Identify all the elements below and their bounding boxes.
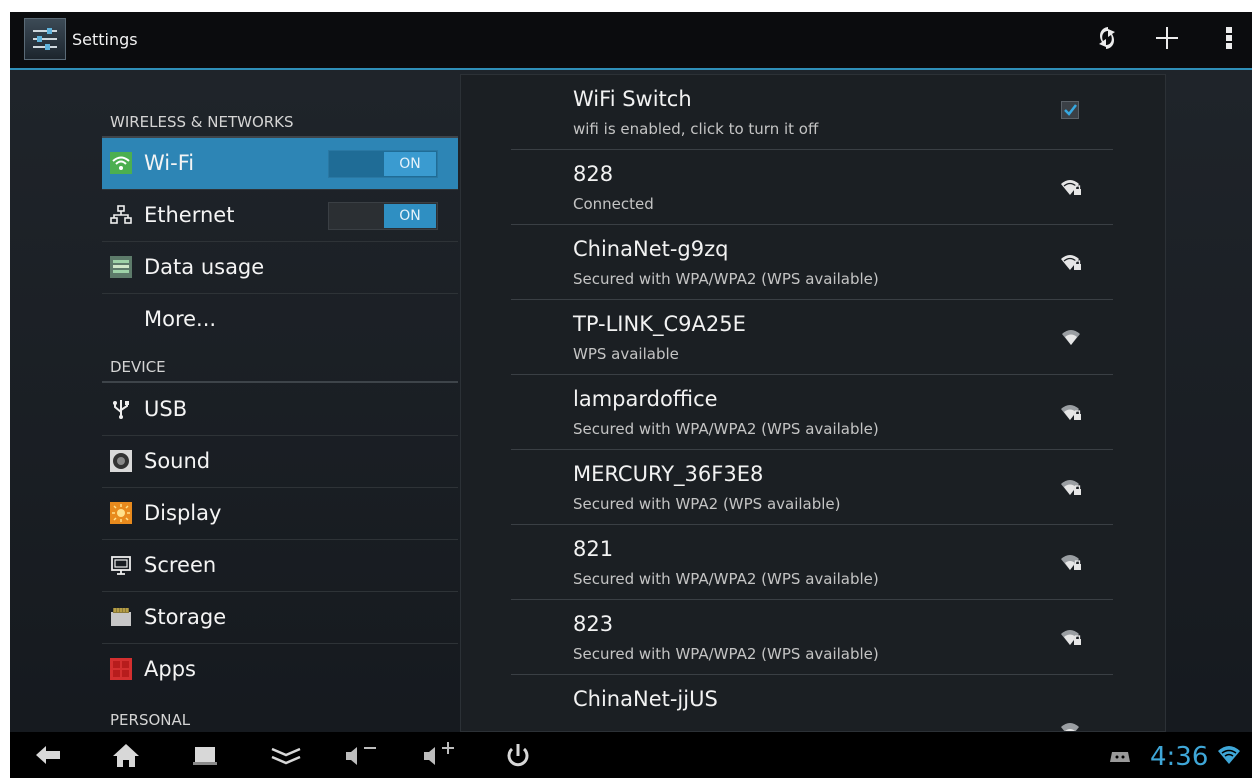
usb-icon <box>110 398 132 420</box>
network-status: WPS available <box>573 345 679 363</box>
wifi-toggle[interactable]: ON <box>328 150 438 178</box>
overflow-menu-icon[interactable] <box>1212 24 1246 56</box>
wifi-switch-row[interactable]: WiFi Switch wifi is enabled, click to tu… <box>511 75 1113 150</box>
toggle-state: ON <box>384 204 436 228</box>
ethernet-toggle[interactable]: ON <box>328 202 438 230</box>
sidebar-item-label: Wi-Fi <box>144 151 195 175</box>
wifi-switch-checkbox[interactable] <box>1061 101 1079 119</box>
wifi-signal-locked-icon <box>1059 626 1083 648</box>
network-ssid: 821 <box>573 537 614 561</box>
wifi-network-row[interactable]: lampardoffice Secured with WPA/WPA2 (WPS… <box>511 375 1113 450</box>
add-icon[interactable] <box>1150 24 1184 56</box>
sidebar-item-ethernet[interactable]: Ethernet ON <box>102 190 458 242</box>
network-status: Secured with WPA/WPA2 (WPS available) <box>573 420 879 438</box>
wifi-network-row[interactable]: 821 Secured with WPA/WPA2 (WPS available… <box>511 525 1113 600</box>
network-status: Secured with WPA2 (WPS available) <box>573 495 841 513</box>
network-ssid: TP-LINK_C9A25E <box>573 312 746 336</box>
sidebar-item-data-usage[interactable]: Data usage <box>102 242 458 294</box>
android-screen: Settings WIRELESS & NETWORKS Wi-Fi ON Et… <box>10 12 1252 778</box>
network-status: Secured with WPA/WPA2 (WPS available) <box>573 570 879 588</box>
volume-down-icon[interactable] <box>342 740 382 770</box>
wifi-network-panel: WiFi Switch wifi is enabled, click to tu… <box>460 74 1166 732</box>
network-status: Connected <box>573 195 654 213</box>
ethernet-icon <box>110 204 132 226</box>
network-ssid: ChinaNet-g9zq <box>573 237 729 261</box>
wifi-signal-locked-icon <box>1059 176 1083 198</box>
wifi-network-row[interactable]: MERCURY_36F3E8 Secured with WPA2 (WPS av… <box>511 450 1113 525</box>
wifi-network-row[interactable]: ChinaNet-g9zq Secured with WPA/WPA2 (WPS… <box>511 225 1113 300</box>
wifi-network-row[interactable]: ChinaNet-jjUS <box>511 675 1113 731</box>
storage-icon <box>110 606 132 628</box>
network-status: Secured with WPA/WPA2 (WPS available) <box>573 645 879 663</box>
sidebar-item-label: USB <box>144 397 188 421</box>
wifi-signal-locked-icon <box>1059 551 1083 573</box>
sidebar-item-label: More... <box>144 307 217 331</box>
section-header-device: DEVICE <box>110 358 166 376</box>
wifi-network-row[interactable]: TP-LINK_C9A25E WPS available <box>511 300 1113 375</box>
toggle-state: ON <box>384 152 436 176</box>
sidebar-item-display[interactable]: Display <box>102 488 458 540</box>
wifi-icon <box>110 152 132 174</box>
network-ssid: lampardoffice <box>573 387 718 411</box>
sync-icon[interactable] <box>1090 24 1124 56</box>
back-icon[interactable] <box>28 740 68 770</box>
section-header-wireless: WIRELESS & NETWORKS <box>110 113 294 131</box>
sidebar-item-label: Data usage <box>144 255 265 279</box>
sidebar-item-label: Sound <box>144 449 211 473</box>
network-ssid: ChinaNet-jjUS <box>573 687 718 711</box>
wifi-switch-summary: wifi is enabled, click to turn it off <box>573 120 819 138</box>
sidebar-item-label: Apps <box>144 657 196 681</box>
network-ssid: 828 <box>573 162 614 186</box>
section-divider <box>102 381 458 383</box>
display-icon <box>110 502 132 524</box>
power-icon[interactable] <box>498 740 538 770</box>
sidebar-item-more[interactable]: More... <box>102 294 458 342</box>
screen-icon <box>110 554 132 576</box>
section-header-personal: PERSONAL <box>110 711 191 729</box>
sidebar-item-label: Screen <box>144 553 217 577</box>
recent-apps-icon[interactable] <box>184 740 224 770</box>
sound-icon <box>110 450 132 472</box>
navigation-bar: 4:36 <box>10 732 1252 778</box>
wifi-signal-icon <box>1059 326 1083 348</box>
wifi-network-row[interactable]: 823 Secured with WPA/WPA2 (WPS available… <box>511 600 1113 675</box>
network-ssid: MERCURY_36F3E8 <box>573 462 764 486</box>
action-bar: Settings <box>10 12 1252 70</box>
sidebar-item-label: Ethernet <box>144 203 235 227</box>
settings-list: WIRELESS & NETWORKS Wi-Fi ON Ethernet ON… <box>102 70 458 732</box>
sidebar-item-usb[interactable]: USB <box>102 384 458 436</box>
hide-bar-icon[interactable] <box>266 740 306 770</box>
wifi-signal-locked-icon <box>1059 401 1083 423</box>
clock: 4:36 <box>1150 742 1209 772</box>
android-notification-icon[interactable] <box>1106 744 1146 774</box>
data-usage-icon <box>110 256 132 278</box>
home-icon[interactable] <box>106 740 146 770</box>
sidebar-item-apps[interactable]: Apps <box>102 644 458 696</box>
sidebar-item-sound[interactable]: Sound <box>102 436 458 488</box>
wifi-status-icon <box>1216 742 1252 772</box>
sidebar-item-screen[interactable]: Screen <box>102 540 458 592</box>
wifi-signal-locked-icon <box>1059 251 1083 273</box>
settings-app-icon[interactable] <box>24 18 66 60</box>
wifi-switch-title: WiFi Switch <box>573 87 692 111</box>
wifi-signal-locked-icon <box>1059 719 1083 731</box>
sidebar-item-label: Storage <box>144 605 227 629</box>
volume-up-icon[interactable] <box>420 740 460 770</box>
wifi-signal-locked-icon <box>1059 476 1083 498</box>
wifi-network-row[interactable]: 828 Connected <box>511 150 1113 225</box>
sidebar-item-wifi[interactable]: Wi-Fi ON <box>102 138 458 190</box>
apps-icon <box>110 658 132 680</box>
sidebar-item-storage[interactable]: Storage <box>102 592 458 644</box>
page-title: Settings <box>72 30 138 49</box>
sidebar-item-label: Display <box>144 501 222 525</box>
network-status: Secured with WPA/WPA2 (WPS available) <box>573 270 879 288</box>
network-ssid: 823 <box>573 612 614 636</box>
